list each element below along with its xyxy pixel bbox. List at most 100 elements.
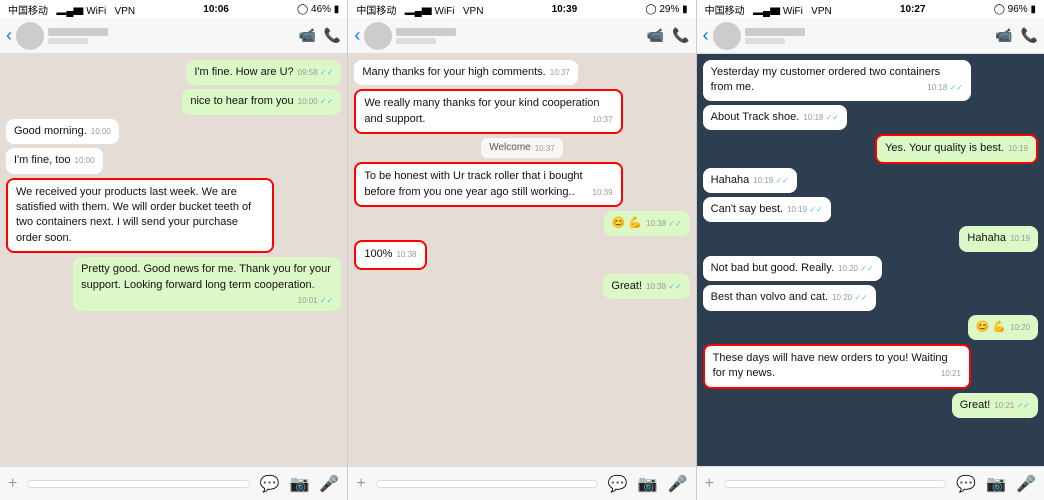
- plus-button[interactable]: +: [705, 475, 714, 493]
- message-text: We really many thanks for your kind coop…: [364, 97, 599, 124]
- status-time: 10:06: [203, 4, 229, 15]
- voice-call-icon[interactable]: 📞: [324, 27, 341, 44]
- contact-status: [48, 38, 88, 44]
- message-time: 10:37: [593, 114, 613, 125]
- panel3: 中国移动 ▂▄▆ WiFi VPN 10:27 ◯ 96% ▮ ‹ 📹 📞 Ye…: [697, 0, 1044, 500]
- contact-status: [396, 38, 436, 44]
- message-time: 10:20 ✓✓: [832, 292, 868, 303]
- message-bubble: 😊 💪 10:38 ✓✓: [604, 211, 690, 236]
- message-text: These days will have new orders to you! …: [713, 352, 948, 379]
- mic-icon[interactable]: 🎤: [668, 474, 688, 494]
- message-bubble: Great! 10:21 ✓✓: [952, 393, 1038, 418]
- message-bubble: Great! 10:38 ✓✓: [603, 274, 689, 299]
- plus-button[interactable]: +: [356, 475, 365, 493]
- plus-button[interactable]: +: [8, 475, 17, 493]
- message-row: I'm fine. How are U? 09:58 ✓✓: [6, 60, 341, 85]
- message-row: Good morning. 10:00: [6, 119, 341, 144]
- panel1: 中国移动 ▂▄▆ WiFi VPN 10:06 ◯ 46% ▮ ‹ 📹 📞 I'…: [0, 0, 348, 500]
- message-row: These days will have new orders to you! …: [703, 344, 1038, 389]
- message-bubble: I'm fine, too 10:00: [6, 148, 103, 173]
- message-bubble: I'm fine. How are U? 09:58 ✓✓: [186, 60, 341, 85]
- video-call-icon[interactable]: 📹: [298, 27, 315, 44]
- message-time: 10:37: [535, 143, 555, 154]
- message-row: Great! 10:21 ✓✓: [703, 393, 1038, 418]
- message-time: 10:01 ✓✓: [298, 295, 334, 306]
- double-tick-icon: ✓✓: [320, 296, 333, 305]
- message-text: To be honest with Ur track roller that i…: [364, 170, 582, 197]
- message-text: Hahaha: [711, 174, 750, 186]
- message-bubble: 100% 10:38: [354, 240, 426, 269]
- message-bubble: Yesterday my customer ordered two contai…: [703, 60, 971, 101]
- voice-call-icon[interactable]: 📞: [1021, 27, 1038, 44]
- back-button[interactable]: ‹: [703, 25, 709, 46]
- message-time: 10:00 ✓✓: [298, 96, 334, 107]
- message-time: 10:18 ✓✓: [803, 112, 839, 123]
- message-input[interactable]: [376, 480, 598, 488]
- contact-name: [745, 28, 805, 36]
- double-tick-icon: ✓✓: [950, 83, 963, 92]
- message-time: 10:21 ✓✓: [994, 400, 1030, 411]
- message-row: Pretty good. Good news for me. Thank you…: [6, 257, 341, 311]
- back-button[interactable]: ‹: [354, 25, 360, 46]
- message-bubble: Can't say best. 10:19 ✓✓: [703, 197, 831, 222]
- double-tick-icon: ✓✓: [809, 205, 822, 214]
- message-text: Great!: [611, 280, 642, 292]
- message-time: 10:20 ✓✓: [838, 263, 874, 274]
- message-bubble: Hahaha 10:19 ✓✓: [703, 168, 797, 193]
- double-tick-icon: ✓✓: [826, 113, 839, 122]
- double-tick-icon: ✓✓: [320, 97, 333, 106]
- message-bubble: We received your products last week. We …: [6, 178, 274, 254]
- message-bubble: Not bad but good. Really. 10:20 ✓✓: [703, 256, 882, 281]
- voice-call-icon[interactable]: 📞: [672, 27, 689, 44]
- message-row: Many thanks for your high comments. 10:3…: [354, 60, 689, 85]
- carrier-time: 中国移动 ▂▄▆ WiFi VPN: [705, 2, 832, 17]
- mic-icon[interactable]: 🎤: [1016, 474, 1036, 494]
- message-text: nice to hear from you: [190, 95, 293, 107]
- bottom-bar: + 💬 📷 🎤: [348, 466, 695, 500]
- message-row: Best than volvo and cat. 10:20 ✓✓: [703, 285, 1038, 310]
- back-button[interactable]: ‹: [6, 25, 12, 46]
- chat-header: ‹ 📹 📞: [697, 18, 1044, 54]
- message-row: 😊 💪 10:38 ✓✓: [354, 211, 689, 236]
- sticker-icon[interactable]: 💬: [260, 474, 280, 494]
- status-time: 10:27: [900, 4, 926, 15]
- carrier-time: 中国移动 ▂▄▆ WiFi VPN: [8, 2, 135, 17]
- message-input[interactable]: [27, 480, 249, 488]
- message-input[interactable]: [724, 480, 946, 488]
- camera-icon[interactable]: 📷: [638, 474, 658, 494]
- message-time: 10:00: [91, 126, 111, 137]
- camera-icon[interactable]: 📷: [289, 474, 309, 494]
- message-text: Best than volvo and cat.: [711, 291, 828, 303]
- message-time: 10:38 ✓✓: [646, 281, 682, 292]
- message-row: We really many thanks for your kind coop…: [354, 89, 689, 134]
- avatar: [364, 22, 392, 50]
- chat-area: Yesterday my customer ordered two contai…: [697, 54, 1044, 466]
- video-call-icon[interactable]: 📹: [647, 27, 664, 44]
- message-text: Many thanks for your high comments.: [362, 66, 545, 78]
- message-text: I'm fine, too: [14, 154, 71, 166]
- message-time: 10:20: [1010, 322, 1030, 333]
- message-bubble: These days will have new orders to you! …: [703, 344, 971, 389]
- message-time: 09:58 ✓✓: [298, 67, 334, 78]
- message-row: I'm fine, too 10:00: [6, 148, 341, 173]
- camera-icon[interactable]: 📷: [986, 474, 1006, 494]
- sticker-icon[interactable]: 💬: [956, 474, 976, 494]
- header-icons: 📹 📞: [298, 27, 341, 44]
- mic-icon[interactable]: 🎤: [319, 474, 339, 494]
- message-row: Yesterday my customer ordered two contai…: [703, 60, 1038, 101]
- message-row: nice to hear from you 10:00 ✓✓: [6, 89, 341, 114]
- message-text: Hahaha: [967, 232, 1006, 244]
- chat-header: ‹ 📹 📞: [348, 18, 695, 54]
- message-text: We received your products last week. We …: [16, 186, 251, 244]
- video-call-icon[interactable]: 📹: [995, 27, 1012, 44]
- message-time: 10:19: [1008, 143, 1028, 154]
- message-row: To be honest with Ur track roller that i…: [354, 162, 689, 207]
- sticker-icon[interactable]: 💬: [608, 474, 628, 494]
- header-icons: 📹 📞: [995, 27, 1038, 44]
- double-tick-icon: ✓✓: [668, 219, 681, 228]
- double-tick-icon: ✓✓: [668, 282, 681, 291]
- header-icons: 📹 📞: [647, 27, 690, 44]
- status-bar: 中国移动 ▂▄▆ WiFi VPN 10:39 ◯ 29% ▮: [348, 0, 695, 18]
- contact-name: [396, 28, 456, 36]
- message-bubble: nice to hear from you 10:00 ✓✓: [182, 89, 341, 114]
